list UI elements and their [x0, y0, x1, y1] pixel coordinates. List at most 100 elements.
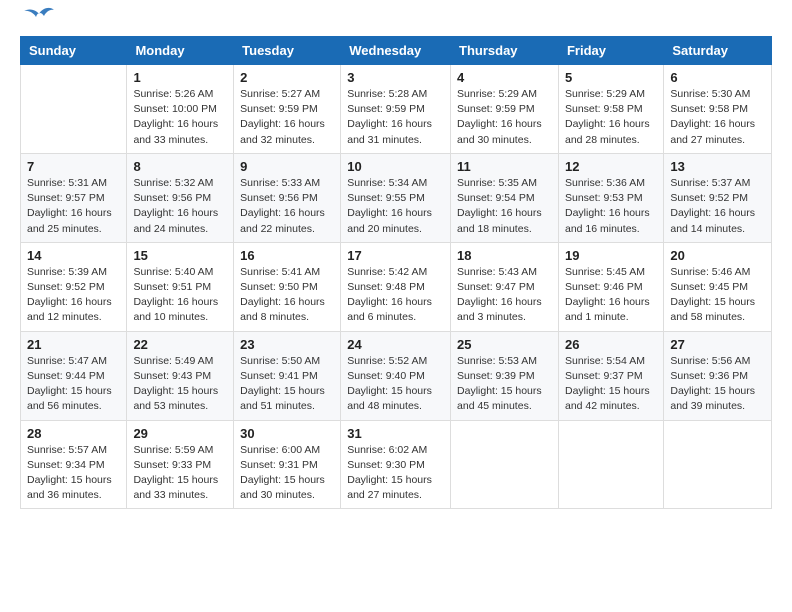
day-info: Sunrise: 5:43 AMSunset: 9:47 PMDaylight:… — [457, 265, 552, 326]
day-number: 8 — [133, 159, 227, 174]
calendar-day-18: 18 Sunrise: 5:43 AMSunset: 9:47 PMDayligh… — [451, 242, 559, 331]
calendar-day-31: 31 Sunrise: 6:02 AMSunset: 9:30 PMDayligh… — [341, 420, 451, 509]
day-number: 10 — [347, 159, 444, 174]
logo-bird-icon — [24, 6, 54, 28]
calendar-header-row: SundayMondayTuesdayWednesdayThursdayFrid… — [21, 37, 772, 65]
calendar-empty-cell — [451, 420, 559, 509]
calendar-day-14: 14 Sunrise: 5:39 AMSunset: 9:52 PMDayligh… — [21, 242, 127, 331]
calendar-day-9: 9 Sunrise: 5:33 AMSunset: 9:56 PMDaylight… — [234, 153, 341, 242]
day-number: 25 — [457, 337, 552, 352]
day-number: 19 — [565, 248, 657, 263]
day-number: 28 — [27, 426, 120, 441]
day-info: Sunrise: 5:39 AMSunset: 9:52 PMDaylight:… — [27, 265, 120, 326]
day-info: Sunrise: 5:32 AMSunset: 9:56 PMDaylight:… — [133, 176, 227, 237]
day-number: 12 — [565, 159, 657, 174]
calendar-day-21: 21Sunrise: 5:47 AMSunset: 9:44 PMDayligh… — [21, 331, 127, 420]
calendar-day-23: 23 Sunrise: 5:50 AMSunset: 9:41 PMDayligh… — [234, 331, 341, 420]
day-info: Sunrise: 5:46 AMSunset: 9:45 PMDaylight:… — [670, 265, 765, 326]
calendar-week-row: 14 Sunrise: 5:39 AMSunset: 9:52 PMDayligh… — [21, 242, 772, 331]
day-number: 7 — [27, 159, 120, 174]
calendar-day-29: 29Sunrise: 5:59 AMSunset: 9:33 PMDayligh… — [127, 420, 234, 509]
day-number: 29 — [133, 426, 227, 441]
day-number: 30 — [240, 426, 334, 441]
calendar-empty-cell — [664, 420, 772, 509]
calendar-day-30: 30 Sunrise: 6:00 AMSunset: 9:31 PMDayligh… — [234, 420, 341, 509]
calendar-day-5: 5Sunrise: 5:29 AMSunset: 9:58 PMDaylight… — [558, 65, 663, 154]
day-number: 5 — [565, 70, 657, 85]
day-info: Sunrise: 5:56 AMSunset: 9:36 PMDaylight:… — [670, 354, 765, 415]
calendar-empty-cell — [558, 420, 663, 509]
day-number: 13 — [670, 159, 765, 174]
day-info: Sunrise: 5:49 AMSunset: 9:43 PMDaylight:… — [133, 354, 227, 415]
calendar-header-monday: Monday — [127, 37, 234, 65]
day-number: 1 — [133, 70, 227, 85]
calendar-day-7: 7Sunrise: 5:31 AMSunset: 9:57 PMDaylight… — [21, 153, 127, 242]
day-number: 11 — [457, 159, 552, 174]
day-number: 16 — [240, 248, 334, 263]
page: SundayMondayTuesdayWednesdayThursdayFrid… — [0, 0, 792, 525]
day-info: Sunrise: 5:52 AMSunset: 9:40 PMDaylight:… — [347, 354, 444, 415]
day-info: Sunrise: 5:42 AMSunset: 9:48 PMDaylight:… — [347, 265, 444, 326]
calendar-day-19: 19 Sunrise: 5:45 AMSunset: 9:46 PMDayligh… — [558, 242, 663, 331]
calendar-day-27: 27 Sunrise: 5:56 AMSunset: 9:36 PMDayligh… — [664, 331, 772, 420]
day-info: Sunrise: 5:34 AMSunset: 9:55 PMDaylight:… — [347, 176, 444, 237]
day-number: 26 — [565, 337, 657, 352]
day-number: 14 — [27, 248, 120, 263]
calendar-day-20: 20 Sunrise: 5:46 AMSunset: 9:45 PMDayligh… — [664, 242, 772, 331]
day-number: 15 — [133, 248, 227, 263]
day-info: Sunrise: 5:30 AMSunset: 9:58 PMDaylight:… — [670, 87, 765, 148]
calendar-day-22: 22Sunrise: 5:49 AMSunset: 9:43 PMDayligh… — [127, 331, 234, 420]
day-info: Sunrise: 5:41 AMSunset: 9:50 PMDaylight:… — [240, 265, 334, 326]
calendar-day-26: 26 Sunrise: 5:54 AMSunset: 9:37 PMDayligh… — [558, 331, 663, 420]
calendar-day-17: 17Sunrise: 5:42 AMSunset: 9:48 PMDayligh… — [341, 242, 451, 331]
calendar-week-row: 7Sunrise: 5:31 AMSunset: 9:57 PMDaylight… — [21, 153, 772, 242]
logo — [20, 16, 54, 28]
day-number: 20 — [670, 248, 765, 263]
calendar-day-8: 8 Sunrise: 5:32 AMSunset: 9:56 PMDaylight… — [127, 153, 234, 242]
day-info: Sunrise: 5:36 AMSunset: 9:53 PMDaylight:… — [565, 176, 657, 237]
day-info: Sunrise: 6:02 AMSunset: 9:30 PMDaylight:… — [347, 443, 444, 504]
calendar-header-saturday: Saturday — [664, 37, 772, 65]
calendar-day-6: 6Sunrise: 5:30 AMSunset: 9:58 PMDaylight… — [664, 65, 772, 154]
day-number: 4 — [457, 70, 552, 85]
day-info: Sunrise: 5:26 AMSunset: 10:00 PMDaylight… — [133, 87, 227, 148]
calendar-header-sunday: Sunday — [21, 37, 127, 65]
day-info: Sunrise: 5:28 AMSunset: 9:59 PMDaylight:… — [347, 87, 444, 148]
day-number: 23 — [240, 337, 334, 352]
calendar-header-thursday: Thursday — [451, 37, 559, 65]
day-info: Sunrise: 6:00 AMSunset: 9:31 PMDaylight:… — [240, 443, 334, 504]
day-info: Sunrise: 5:57 AMSunset: 9:34 PMDaylight:… — [27, 443, 120, 504]
calendar-week-row: 1 Sunrise: 5:26 AMSunset: 10:00 PMDayligh… — [21, 65, 772, 154]
calendar-header-tuesday: Tuesday — [234, 37, 341, 65]
day-info: Sunrise: 5:35 AMSunset: 9:54 PMDaylight:… — [457, 176, 552, 237]
day-info: Sunrise: 5:54 AMSunset: 9:37 PMDaylight:… — [565, 354, 657, 415]
day-number: 18 — [457, 248, 552, 263]
calendar-day-10: 10 Sunrise: 5:34 AMSunset: 9:55 PMDayligh… — [341, 153, 451, 242]
day-info: Sunrise: 5:37 AMSunset: 9:52 PMDaylight:… — [670, 176, 765, 237]
day-info: Sunrise: 5:53 AMSunset: 9:39 PMDaylight:… — [457, 354, 552, 415]
calendar-day-2: 2Sunrise: 5:27 AMSunset: 9:59 PMDaylight… — [234, 65, 341, 154]
calendar-day-11: 11 Sunrise: 5:35 AMSunset: 9:54 PMDayligh… — [451, 153, 559, 242]
calendar-day-3: 3 Sunrise: 5:28 AMSunset: 9:59 PMDaylight… — [341, 65, 451, 154]
day-number: 3 — [347, 70, 444, 85]
day-number: 27 — [670, 337, 765, 352]
calendar-empty-cell — [21, 65, 127, 154]
day-number: 9 — [240, 159, 334, 174]
calendar-day-15: 15 Sunrise: 5:40 AMSunset: 9:51 PMDayligh… — [127, 242, 234, 331]
calendar-week-row: 28 Sunrise: 5:57 AMSunset: 9:34 PMDayligh… — [21, 420, 772, 509]
day-info: Sunrise: 5:50 AMSunset: 9:41 PMDaylight:… — [240, 354, 334, 415]
day-number: 2 — [240, 70, 334, 85]
calendar-day-12: 12 Sunrise: 5:36 AMSunset: 9:53 PMDayligh… — [558, 153, 663, 242]
day-info: Sunrise: 5:40 AMSunset: 9:51 PMDaylight:… — [133, 265, 227, 326]
calendar-header-wednesday: Wednesday — [341, 37, 451, 65]
day-info: Sunrise: 5:45 AMSunset: 9:46 PMDaylight:… — [565, 265, 657, 326]
calendar-week-row: 21Sunrise: 5:47 AMSunset: 9:44 PMDayligh… — [21, 331, 772, 420]
header — [20, 16, 772, 28]
day-number: 31 — [347, 426, 444, 441]
calendar-day-24: 24 Sunrise: 5:52 AMSunset: 9:40 PMDayligh… — [341, 331, 451, 420]
day-info: Sunrise: 5:33 AMSunset: 9:56 PMDaylight:… — [240, 176, 334, 237]
calendar-table: SundayMondayTuesdayWednesdayThursdayFrid… — [20, 36, 772, 509]
calendar-day-4: 4Sunrise: 5:29 AMSunset: 9:59 PMDaylight… — [451, 65, 559, 154]
day-number: 21 — [27, 337, 120, 352]
day-number: 24 — [347, 337, 444, 352]
